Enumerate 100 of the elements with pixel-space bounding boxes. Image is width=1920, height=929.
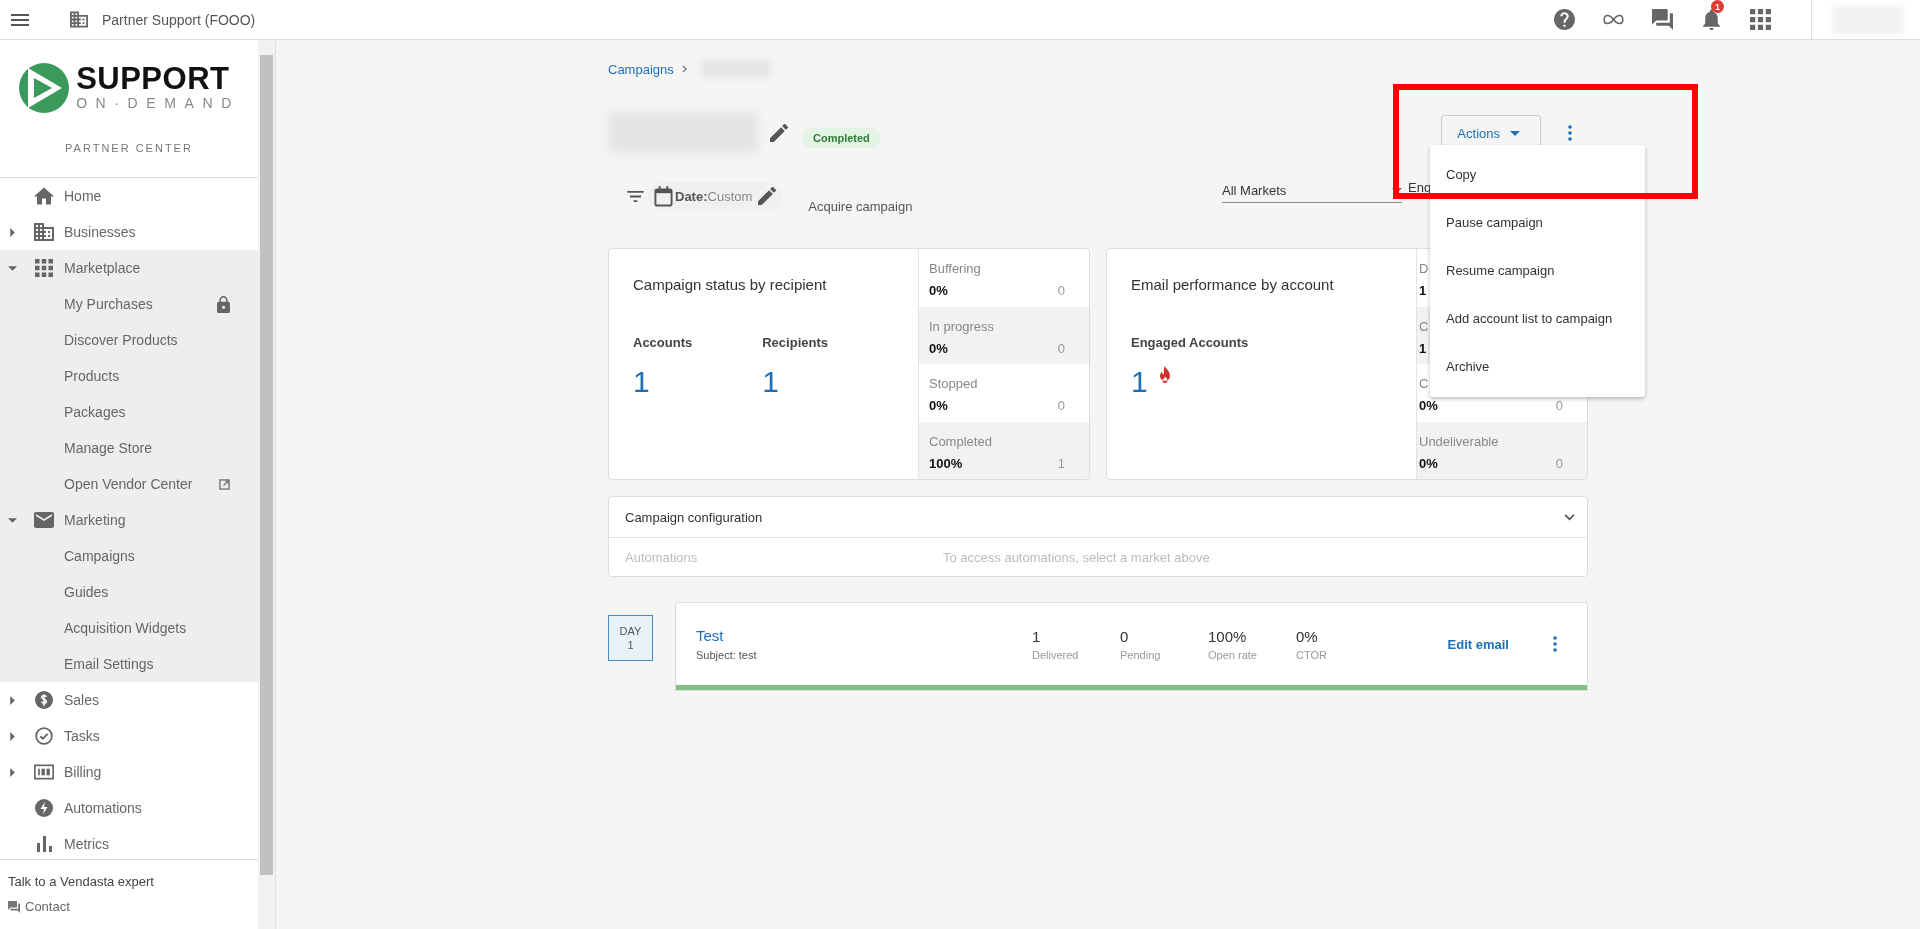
nav-item[interactable]: Metrics: [0, 826, 258, 859]
help-icon[interactable]: [1554, 9, 1575, 30]
market-select[interactable]: All Markets: [1222, 183, 1402, 203]
nav-item[interactable]: Billing: [0, 754, 258, 790]
more-options-icon[interactable]: [1553, 636, 1557, 652]
metric-label: Engaged Accounts: [1131, 335, 1249, 350]
home-icon: [34, 187, 54, 205]
bolt-icon: [34, 799, 54, 817]
chevron-down-icon[interactable]: [1564, 513, 1575, 521]
sidebar-subtitle: PARTNER CENTER: [65, 142, 193, 154]
metric-value: 1: [633, 366, 650, 398]
stat-count: 1: [1057, 455, 1065, 471]
stat-label: C: [1419, 318, 1429, 334]
stat-count: 0: [1057, 398, 1065, 413]
stat-percent: 0%: [929, 340, 948, 356]
status-badge: Completed: [802, 128, 881, 148]
chat-icon[interactable]: [1652, 9, 1673, 30]
date-chip[interactable]: Date:Custom: [648, 181, 783, 211]
stat-label: Stopped: [929, 376, 978, 391]
building-icon: [34, 223, 54, 241]
stat-label: D: [1419, 261, 1429, 276]
nav-subitem[interactable]: Email Settings: [0, 646, 258, 682]
stat-count: 0: [1555, 398, 1563, 413]
edit-icon[interactable]: [770, 124, 788, 142]
stat-label: CTOR: [1296, 648, 1328, 661]
stat-label: Undeliverable: [1419, 433, 1499, 449]
nav-subitem[interactable]: Open Vendor Center: [0, 466, 258, 502]
stat-label: C: [1419, 376, 1429, 391]
metric-value: 1: [762, 366, 779, 398]
menu-item[interactable]: Pause campaign: [1430, 199, 1645, 247]
metric-label: Recipients: [762, 335, 828, 350]
dollar-icon: [34, 691, 54, 709]
play-logo-icon: [18, 62, 71, 114]
edit-icon: [758, 187, 777, 205]
menu-item[interactable]: Add account list to campaign: [1430, 295, 1645, 343]
expert-heading: Talk to a Vendasta expert: [8, 874, 155, 889]
calendar-icon: [654, 185, 673, 207]
nav-subitem[interactable]: Products: [0, 358, 258, 394]
stat-label: Pending: [1120, 648, 1162, 661]
nav-subitem[interactable]: Campaigns: [0, 538, 258, 574]
logo-wordmark: SUPPORT: [76, 64, 231, 94]
stat-count: 0: [1555, 455, 1563, 471]
stat-count: 0: [1057, 283, 1065, 298]
nav-subitem[interactable]: Discover Products: [0, 322, 258, 358]
nav-item[interactable]: Automations: [0, 790, 258, 826]
caret-right-icon[interactable]: [9, 767, 15, 777]
config-note: To access automations, select a market above: [943, 549, 1210, 565]
menu-item[interactable]: Archive: [1430, 343, 1645, 391]
card-title: Email performance by account: [1131, 276, 1335, 293]
menu-icon[interactable]: [11, 13, 29, 26]
stat-percent: 0%: [929, 283, 948, 298]
nav-item[interactable]: Home: [0, 178, 258, 214]
nav-item[interactable]: Marketing: [0, 502, 258, 538]
stat-label: In progress: [929, 318, 995, 334]
caret-right-icon[interactable]: [9, 695, 15, 705]
more-options-icon[interactable]: [1568, 125, 1572, 141]
stat-value: 100%: [1208, 627, 1248, 645]
email-title-link[interactable]: Test: [696, 627, 1032, 644]
metric-label: Accounts: [633, 335, 693, 350]
caret-right-icon[interactable]: [9, 227, 15, 237]
notifications-icon[interactable]: [1701, 9, 1722, 30]
stat-value: 0: [1120, 627, 1130, 645]
billing-icon: [34, 763, 54, 781]
stat-percent: 0%: [929, 398, 948, 413]
stat-percent: 0%: [1419, 455, 1438, 471]
nav-item[interactable]: Tasks: [0, 718, 258, 754]
breadcrumb-link[interactable]: Campaigns: [608, 61, 674, 77]
stat-value: 0%: [1296, 627, 1319, 645]
bar-chart-icon: [36, 836, 52, 852]
caret-right-icon[interactable]: [9, 731, 15, 741]
stat-percent: 1: [1419, 340, 1427, 356]
apps-icon[interactable]: [1750, 9, 1771, 30]
nav-subitem[interactable]: Packages: [0, 394, 258, 430]
stat-label: Buffering: [929, 261, 981, 276]
scrollbar[interactable]: [258, 40, 275, 929]
stat-percent: 0%: [1419, 398, 1438, 413]
nav-subitem[interactable]: Guides: [0, 574, 258, 610]
external-link-icon: [219, 478, 230, 490]
email-subject: Subject: test: [696, 649, 758, 661]
panel-title: Campaign configuration: [625, 509, 763, 525]
lock-icon: [217, 295, 230, 313]
nav-item[interactable]: Sales: [0, 682, 258, 718]
apps-icon: [34, 259, 54, 277]
account-name[interactable]: Partner Support (FOOO): [102, 11, 256, 28]
nav-subitem[interactable]: Acquisition Widgets: [0, 610, 258, 646]
filter-icon[interactable]: [627, 190, 644, 202]
day-box: DAY 1: [608, 615, 653, 661]
nav-subitem[interactable]: Manage Store: [0, 430, 258, 466]
config-label: Automations: [625, 549, 699, 565]
stat-percent: 100%: [929, 455, 963, 471]
building-icon: [70, 11, 88, 28]
edit-email-button[interactable]: Edit email: [1439, 630, 1517, 658]
card-title: Campaign status by recipient: [633, 276, 828, 293]
contact-link[interactable]: Contact: [8, 899, 250, 914]
nav-item[interactable]: Businesses: [0, 214, 258, 250]
menu-item[interactable]: Copy: [1430, 151, 1645, 199]
metric-value: 1: [1131, 366, 1148, 398]
nav-subitem[interactable]: My Purchases: [0, 286, 258, 322]
menu-item[interactable]: Resume campaign: [1430, 247, 1645, 295]
nav-item[interactable]: Marketplace: [0, 250, 258, 286]
